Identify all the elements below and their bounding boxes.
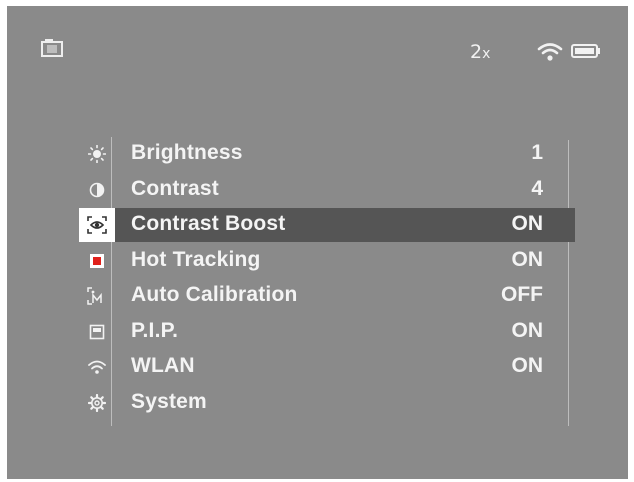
menu-item-label: Contrast [131,177,219,200]
display-screen: 2x Brightness 1 Contrast 4 Contrast Boos… [7,6,628,479]
menu-item-label: P.I.P. [131,319,179,342]
menu-item-value: OFF [501,283,543,306]
menu-item-label: Hot Tracking [131,248,261,271]
menu-item-value: ON [511,212,544,235]
camera-icon [41,39,63,57]
menu-item-value: ON [511,248,544,271]
wifi-icon [537,42,563,62]
menu-item-pip[interactable]: P.I.P. ON [79,315,575,349]
pip-icon [79,315,115,349]
zoom-value: 2 [470,41,483,63]
battery-icon [571,44,601,58]
gear-icon [79,386,115,420]
menu-item-value: 4 [531,177,543,200]
menu-item-label: System [131,390,207,413]
menu-item-contrast[interactable]: Contrast 4 [79,173,575,207]
menu-item-label: WLAN [131,354,195,377]
menu-item-value: 1 [531,141,543,164]
auto-calibration-icon [79,279,115,313]
menu-item-system[interactable]: System [79,386,575,420]
sun-icon [79,137,115,171]
menu-item-auto-calibration[interactable]: Auto Calibration OFF [79,279,575,313]
contrast-boost-icon [79,208,115,242]
menu-item-label: Auto Calibration [131,283,298,306]
zoom-unit: x [482,46,491,62]
menu-item-value: ON [511,319,544,342]
menu-item-brightness[interactable]: Brightness 1 [79,137,575,171]
half-circle-icon [79,173,115,207]
zoom-indicator: 2x [470,41,490,63]
menu-item-wlan[interactable]: WLAN ON [79,350,575,384]
hot-tracking-icon [79,244,115,278]
wlan-icon [79,350,115,384]
menu-item-hot-tracking[interactable]: Hot Tracking ON [79,244,575,278]
menu-item-value: ON [511,354,544,377]
menu-item-contrast-boost[interactable]: Contrast Boost ON [79,208,575,242]
menu-item-label: Brightness [131,141,243,164]
menu-item-label: Contrast Boost [131,212,286,235]
